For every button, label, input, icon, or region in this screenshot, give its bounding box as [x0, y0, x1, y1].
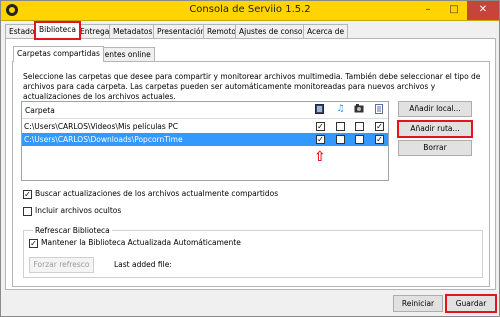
search-updates-label: Buscar actualizaciones de los archivos a… [35, 189, 279, 198]
tab-acerca-de[interactable]: Acerca de [303, 24, 349, 38]
title-bar[interactable]: Consola de Serviio 1.5.2 – □ ✕ [1, 1, 499, 21]
app-window: Consola de Serviio 1.5.2 – □ ✕ Estado Bi… [0, 0, 500, 317]
include-hidden-label: Incluir archivos ocultos [35, 206, 122, 215]
video-checkbox[interactable]: ✓ [316, 135, 325, 144]
search-updates-checkbox[interactable]: ✓ [23, 190, 32, 199]
maximize-button[interactable]: □ [441, 1, 467, 20]
music-checkbox[interactable] [336, 135, 345, 144]
music-checkbox[interactable] [336, 122, 345, 131]
folder-row[interactable]: C:\Users\CARLOS\Videos\Mis películas PC … [22, 120, 388, 133]
keep-updated-label: Mantener la Biblioteca Actualizada Autom… [41, 238, 241, 247]
tab-ajustes-consola[interactable]: Ajustes de consola [235, 24, 314, 38]
image-checkbox[interactable] [355, 135, 364, 144]
tab-biblioteca[interactable]: Biblioteca [33, 21, 82, 40]
tab-estado[interactable]: Estado [5, 24, 39, 38]
tab-metadatos[interactable]: Metadatos [109, 24, 157, 38]
description-text: Seleccione las carpetas que desee para c… [23, 72, 481, 101]
folder-path: C:\Users\CARLOS\Downloads\PopcornTime [24, 135, 183, 144]
keep-updated-checkbox[interactable]: ✓ [29, 239, 38, 248]
delete-button[interactable]: Borrar [398, 140, 472, 156]
video-checkbox[interactable]: ✓ [316, 122, 325, 131]
folder-list[interactable]: Carpeta ♫ C:\Users\CARLOS\Videos\Mis pel… [21, 101, 389, 181]
image-checkbox[interactable] [355, 122, 364, 131]
add-local-button[interactable]: Añadir local... [398, 101, 472, 117]
save-button[interactable]: Guardar [445, 294, 497, 313]
document-checkbox[interactable]: ✓ [375, 122, 384, 131]
folder-row-selected[interactable]: C:\Users\CARLOS\Downloads\PopcornTime ✓ … [22, 133, 388, 146]
video-icon[interactable] [314, 104, 325, 115]
subtab-carpetas-compartidas[interactable]: Carpetas compartidas [13, 46, 104, 62]
minimize-button[interactable]: – [415, 1, 441, 20]
folder-path: C:\Users\CARLOS\Videos\Mis películas PC [24, 122, 178, 131]
refresh-group-title: Refrescar Biblioteca [33, 226, 112, 235]
close-button[interactable]: ✕ [467, 1, 499, 20]
tab-presentacion[interactable]: Presentación [153, 24, 210, 38]
column-carpeta: Carpeta [25, 106, 55, 115]
force-refresh-button[interactable]: Forzar refresco [29, 257, 94, 273]
document-checkbox[interactable]: ✓ [375, 135, 384, 144]
tab-entrega[interactable]: Entrega [76, 24, 114, 38]
add-path-button[interactable]: Añadir ruta... [397, 120, 473, 138]
document-icon[interactable] [373, 104, 384, 115]
annotation-arrow-icon: ⇧ [314, 149, 326, 165]
reset-button[interactable]: Reiniciar [393, 295, 443, 312]
folder-list-header: Carpeta ♫ [22, 102, 388, 119]
last-added-label: Last added file: [114, 260, 172, 269]
music-icon[interactable]: ♫ [335, 104, 346, 115]
include-hidden-checkbox[interactable] [23, 207, 32, 216]
image-icon[interactable] [353, 104, 364, 115]
